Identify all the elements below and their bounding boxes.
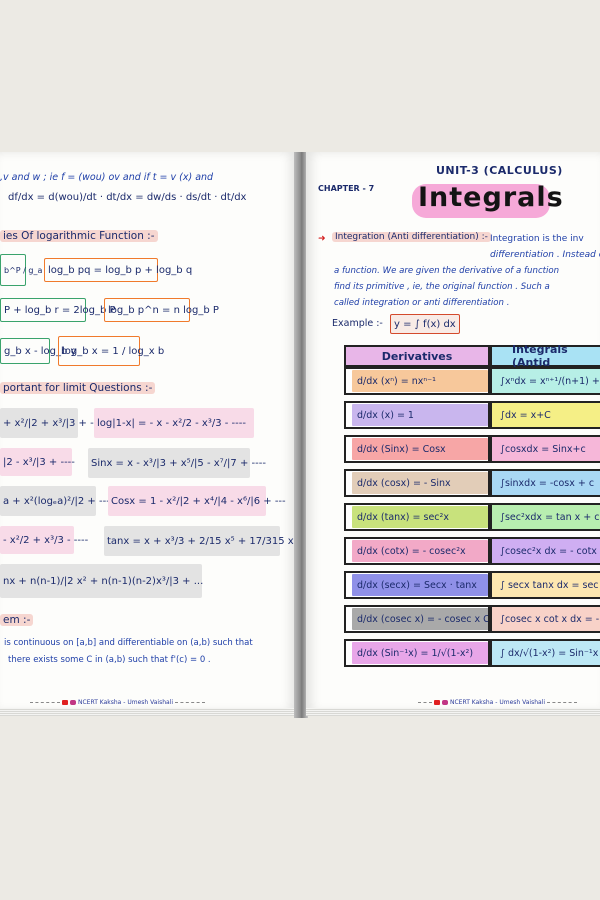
log-box: P + log_b r = 2log_b P: [0, 298, 116, 322]
derivative-cell: d/dx (cotx) = - cosec²x: [344, 537, 490, 565]
log-heading: ies Of logarithmic Function :-: [0, 230, 158, 242]
example-label: Example :-: [332, 318, 383, 329]
integral-cell: ∫xⁿdx = xⁿ⁺¹/(n+1) + c, n: [490, 367, 600, 395]
derivative-cell: d/dx (tanx) = sec²x: [344, 503, 490, 531]
unit-title: UNIT-3 (CALCULUS): [436, 164, 563, 177]
footer: NCERT Kaksha - Umesh Vaishali: [418, 699, 578, 706]
integral-formula: ∫dx = x+C: [500, 409, 551, 421]
derivative-formula: d/dx (secx) = Secx · tanx: [352, 574, 488, 596]
theorem-line-1: is continuous on [a,b] and differentiabl…: [4, 638, 253, 648]
derivative-formula: d/dx (Sinx) = Cosx: [352, 438, 488, 460]
integral-formula: ∫sec²xdx = tan x + c: [500, 511, 600, 523]
derivative-cell: d/dx (secx) = Secx · tanx: [344, 571, 490, 599]
derivative-formula: d/dx (tanx) = sec²x: [352, 506, 488, 528]
integral-formula: ∫cosec x cot x dx = - co: [500, 613, 600, 625]
arrow-icon: ➜: [318, 234, 326, 244]
integral-cell: ∫ secx tanx dx = sec: [490, 571, 600, 599]
integral-formula: ∫xⁿdx = xⁿ⁺¹/(n+1) + c, n: [500, 375, 600, 387]
limit-box: |2 - x³/|3 + ----: [0, 448, 75, 476]
log-box: b^P / g_a: [0, 254, 42, 286]
page-edge: [306, 708, 600, 716]
derivative-formula: d/dx (x) = 1: [352, 404, 488, 426]
limit-heading: portant for limit Questions :-: [0, 382, 156, 394]
derivative-cell: d/dx (cosec x) = - cosec x Cot x: [344, 605, 490, 633]
log-box: log_b p^n = n log_b P: [104, 298, 219, 322]
chain-rule-text: ,v and w ; ie f = (wou) ov and if t = v …: [0, 172, 214, 183]
right-page: UNIT-3 (CALCULUS) CHAPTER - 7 Integrals …: [306, 152, 600, 712]
integral-formula: ∫ secx tanx dx = sec: [500, 579, 599, 591]
integral-formula: ∫ dx/√(1-x²) = Sin⁻¹x + C: [500, 647, 600, 659]
limit-box: Sinx = x - x³/|3 + x⁵/|5 - x⁷/|7 + ----: [88, 448, 266, 478]
left-page: ,v and w ; ie f = (wou) ov and if t = v …: [0, 152, 296, 712]
integral-cell: ∫cosec x cot x dx = - co: [490, 605, 600, 633]
integral-cell: ∫sec²xdx = tan x + c: [490, 503, 600, 531]
derivative-cell: d/dx (Sin⁻¹x) = 1/√(1-x²): [344, 639, 490, 667]
integral-cell: ∫cosxdx = Sinx+c: [490, 435, 600, 463]
page-title: Integrals: [418, 182, 564, 213]
derivative-formula: d/dx (Sin⁻¹x) = 1/√(1-x²): [352, 642, 488, 664]
example-formula: y = ∫ f(x) dx: [390, 314, 460, 334]
limit-box: - x²/2 + x³/3 - ----: [0, 526, 88, 554]
footer: NCERT Kaksha - Umesh Vaishali: [30, 699, 206, 706]
instagram-icon: [442, 700, 448, 705]
definition-term: Integration (Anti differentiation) :-: [332, 232, 491, 242]
integral-cell: ∫sinxdx = -cosx + c: [490, 469, 600, 497]
instagram-icon: [70, 700, 76, 705]
integral-formula: ∫sinxdx = -cosx + c: [500, 477, 595, 489]
definition-line-2: differentiation . Instead of: [490, 250, 600, 260]
integral-formula: ∫cosxdx = Sinx+c: [500, 443, 586, 455]
limit-box: + x²/|2 + x³/|3 + ----: [0, 408, 105, 438]
limit-box: Cosx = 1 - x²/|2 + x⁴/|4 - x⁶/|6 + ---: [108, 486, 286, 516]
definition-line-1: Integration is the inv: [490, 234, 584, 244]
integral-cell: ∫cosec²x dx = - cotx: [490, 537, 600, 565]
limit-box: tanx = x + x³/3 + 2/15 x⁵ + 17/315 x⁷ + …: [104, 526, 296, 556]
theorem-line-2: there exists some C in (a,b) such that f…: [8, 655, 211, 665]
theorem-heading: em :-: [0, 614, 34, 626]
definition-line-4: find its primitive , ie, the original fu…: [334, 282, 550, 292]
integral-cell: ∫dx = x+C: [490, 401, 600, 429]
derivative-cell: d/dx (Sinx) = Cosx: [344, 435, 490, 463]
log-box: log_b pq = log_b p + log_b q: [44, 258, 192, 282]
derivative-formula: d/dx (cosec x) = - cosec x Cot x: [352, 608, 488, 630]
page-edge: [0, 708, 296, 716]
table-header-derivatives: Derivatives: [344, 345, 490, 367]
derivative-formula: d/dx (cosx) = - Sinx: [352, 472, 488, 494]
chain-rule-formula: df/dx = d(wou)/dt · dt/dx = dw/ds · ds/d…: [8, 192, 247, 203]
derivative-cell: d/dx (x) = 1: [344, 401, 490, 429]
limit-box: a + x²(logₑa)²/|2 + ----: [0, 486, 113, 516]
definition-line-5: called integration or anti differentiati…: [334, 298, 510, 308]
derivative-cell: d/dx (cosx) = - Sinx: [344, 469, 490, 497]
integral-cell: ∫ dx/√(1-x²) = Sin⁻¹x + C: [490, 639, 600, 667]
derivative-formula: d/dx (cotx) = - cosec²x: [352, 540, 488, 562]
integral-formula: ∫cosec²x dx = - cotx: [500, 545, 597, 557]
derivative-cell: d/dx (xⁿ) = nxⁿ⁻¹: [344, 367, 490, 395]
derivative-formula: d/dx (xⁿ) = nxⁿ⁻¹: [352, 370, 488, 392]
log-box: log_b x = 1 / log_x b: [58, 336, 164, 366]
youtube-icon: [62, 700, 68, 705]
youtube-icon: [434, 700, 440, 705]
limit-box: log|1-x| = - x - x²/2 - x³/3 - ----: [94, 408, 254, 438]
open-book: ,v and w ; ie f = (wou) ov and if t = v …: [0, 152, 600, 718]
definition-line-3: a function. We are given the derivative …: [334, 266, 560, 276]
chapter-label: CHAPTER - 7: [318, 184, 375, 193]
limit-box: nx + n(n-1)/|2 x² + n(n-1)(n-2)x³/|3 + .…: [0, 564, 203, 598]
log-box: g_b x - log_b y: [0, 338, 76, 364]
table-header-integrals: Integrals (Antid: [490, 343, 600, 369]
